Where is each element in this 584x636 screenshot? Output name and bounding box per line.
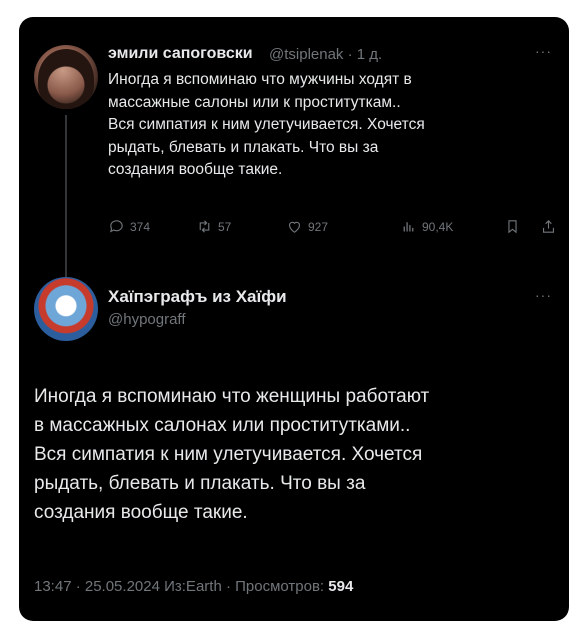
tweet-text-line: рыдать, блевать и плакать. Что вы за: [34, 473, 366, 494]
tweet-text-line: массажные салоны или к проституткам..: [108, 93, 401, 111]
views-count: 90,4K: [422, 219, 454, 234]
more-options-icon[interactable]: ···: [535, 287, 552, 303]
tweet-text: Иногда я вспоминаю что женщины работают …: [34, 382, 559, 527]
repost-count: 57: [218, 219, 232, 234]
share-icon: [542, 220, 555, 233]
tweet-text: Иногда я вспоминаю что мужчины ходят в м…: [108, 69, 548, 182]
views-button[interactable]: 90,4K: [400, 218, 453, 235]
author-handle[interactable]: @hypograff: [108, 311, 186, 328]
more-options-icon[interactable]: ···: [535, 43, 552, 59]
views-icon: [403, 222, 414, 232]
author-name[interactable]: Хаïпэграфъ из Хаïфи: [108, 287, 287, 307]
bookmark-button[interactable]: [504, 218, 521, 235]
author-handle-time[interactable]: @tsiplenak · 1 д.: [269, 46, 382, 63]
tweet-meta: 13:47 · 25.05.2024 Из:Earth · Просмотров…: [34, 578, 353, 595]
tweet-text-line: создания вообще такие.: [34, 502, 248, 523]
repost-button[interactable]: 57: [196, 218, 231, 235]
tweet-text-line: в массажных салонах или проститутками..: [34, 415, 411, 436]
tweet-card: эмили сапоговски @tsiplenak · 1 д. ··· И…: [19, 17, 569, 621]
action-bar: 374 57 927 90,4K: [108, 218, 558, 240]
share-button[interactable]: [540, 218, 557, 235]
author-name[interactable]: эмили сапоговски: [108, 45, 253, 63]
views-count: 594: [328, 578, 354, 595]
tweet-text-line: рыдать, блевать и плакать. Что вы за: [108, 138, 379, 156]
tweet-text-line: Вся симпатия к ним улетучивается. Хочетс…: [34, 444, 423, 465]
repost-icon: [199, 220, 210, 233]
avatar[interactable]: [34, 45, 98, 109]
reply-icon: [109, 220, 123, 233]
tweet-text-line: Иногда я вспоминаю что мужчины ходят в: [108, 71, 412, 88]
bookmark-icon: [508, 220, 517, 234]
like-button[interactable]: 927: [286, 218, 328, 235]
tweet-text-line: Иногда я вспоминаю что женщины работают: [34, 386, 430, 407]
reply-count: 374: [130, 219, 151, 234]
reply-button[interactable]: 374: [108, 218, 150, 235]
thread-connector-line: [65, 115, 67, 289]
like-count: 927: [308, 219, 329, 234]
timestamp-source[interactable]: 13:47 · 25.05.2024 Из:Earth · Просмотров…: [34, 578, 328, 595]
tweet-text-line: Вся симпатия к ним улетучивается. Хочетс…: [108, 116, 425, 133]
tweet-text-line: создания вообще такие.: [108, 161, 283, 178]
avatar[interactable]: [34, 277, 98, 341]
like-icon: [288, 221, 301, 233]
